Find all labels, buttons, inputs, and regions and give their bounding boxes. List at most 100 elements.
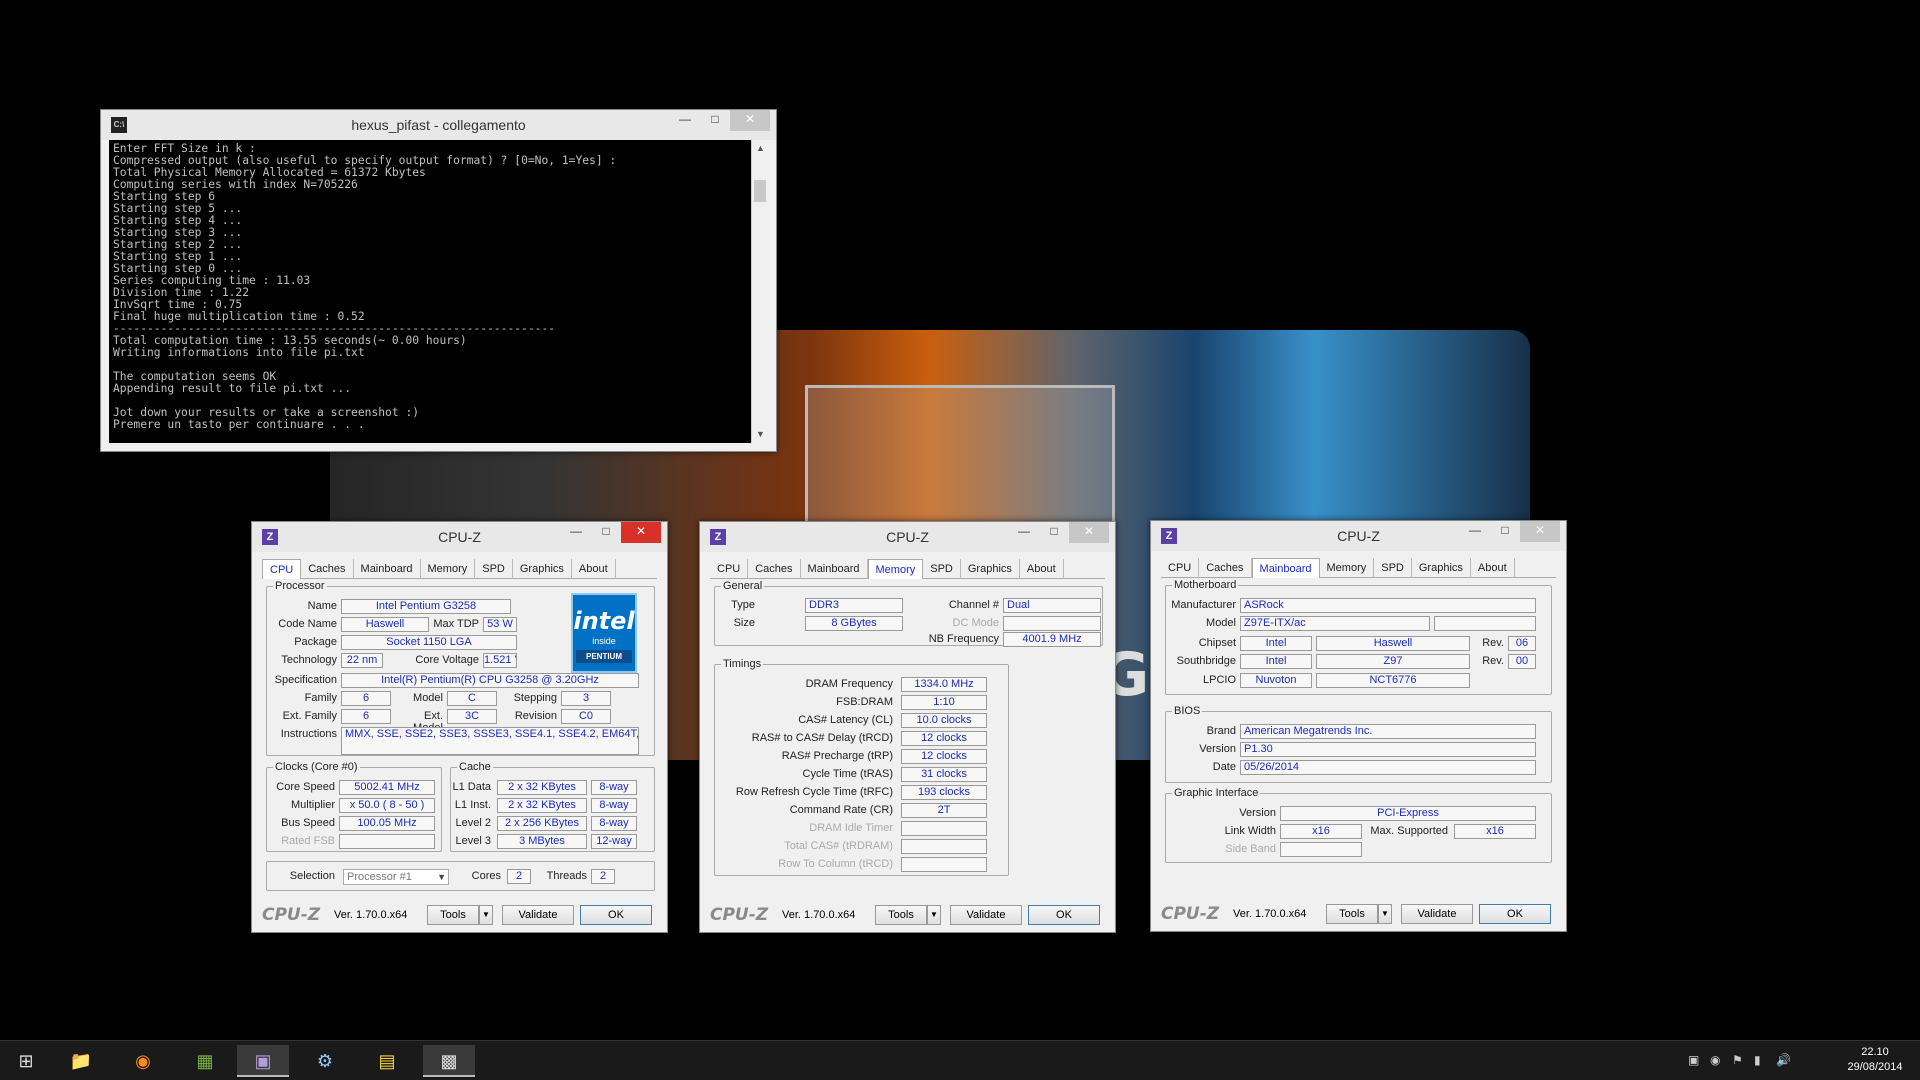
tab-caches[interactable]: Caches bbox=[301, 559, 354, 579]
close-icon[interactable]: ✕ bbox=[730, 110, 770, 131]
size-value: 8 GBytes bbox=[805, 616, 903, 631]
tools-button[interactable]: Tools bbox=[875, 905, 927, 925]
tools-dropdown-icon[interactable]: ▼ bbox=[479, 905, 493, 925]
l2-label: Level 2 bbox=[455, 817, 491, 829]
tools-button[interactable]: Tools bbox=[427, 905, 479, 925]
tab-caches[interactable]: Caches bbox=[1199, 558, 1252, 578]
ok-button[interactable]: OK bbox=[1479, 904, 1551, 924]
benchmark-icon[interactable]: ▤ bbox=[361, 1045, 413, 1077]
cpuz-mainboard-window[interactable]: Z CPU-Z — □ ✕ CPU Caches Mainboard Memor… bbox=[1150, 520, 1567, 932]
tools-dropdown-icon[interactable]: ▼ bbox=[927, 905, 941, 925]
cpuz-icon[interactable]: ▣ bbox=[237, 1045, 289, 1077]
tab-spd[interactable]: SPD bbox=[475, 559, 513, 579]
clock[interactable]: 22.10 29/08/2014 bbox=[1836, 1045, 1914, 1075]
timing-value bbox=[901, 839, 987, 854]
tab-memory[interactable]: Memory bbox=[421, 559, 476, 579]
cpuz-titlebar[interactable]: Z CPU-Z — □ ✕ bbox=[252, 522, 667, 552]
l2-value: 2 x 256 KBytes bbox=[497, 816, 587, 831]
timing-label: Command Rate (CR) bbox=[789, 804, 893, 816]
timing-label: RAS# to CAS# Delay (tRCD) bbox=[751, 732, 893, 744]
volume-icon[interactable]: 🔊 bbox=[1776, 1053, 1791, 1067]
chevron-down-icon[interactable]: ▼ bbox=[437, 870, 446, 884]
minimize-icon[interactable]: — bbox=[1460, 521, 1490, 542]
tab-memory[interactable]: Memory bbox=[1320, 558, 1375, 578]
tab-mainboard[interactable]: Mainboard bbox=[801, 559, 868, 579]
spec-label: Specification bbox=[274, 674, 337, 686]
scroll-thumb[interactable] bbox=[754, 180, 766, 202]
action-center-icon[interactable]: ⚑ bbox=[1732, 1053, 1743, 1067]
tab-about[interactable]: About bbox=[572, 559, 616, 579]
tab-spd[interactable]: SPD bbox=[1374, 558, 1412, 578]
family-value: 6 bbox=[341, 691, 391, 706]
nbfreq-value: 4001.9 MHz bbox=[1003, 632, 1101, 647]
bios-brand-label: Brand bbox=[1206, 725, 1236, 737]
l1d-label: L1 Data bbox=[452, 781, 491, 793]
maximize-icon[interactable]: □ bbox=[1490, 521, 1520, 542]
cores-value: 2 bbox=[507, 869, 531, 884]
timing-label: Row Refresh Cycle Time (tRFC) bbox=[735, 786, 893, 798]
minimize-icon[interactable]: — bbox=[561, 522, 591, 543]
tab-mainboard[interactable]: Mainboard bbox=[354, 559, 421, 579]
tab-about[interactable]: About bbox=[1020, 559, 1064, 579]
technology-label: Technology bbox=[281, 654, 337, 666]
console-scrollbar[interactable]: ▲ ▼ bbox=[751, 140, 768, 443]
maximize-icon[interactable]: □ bbox=[700, 110, 730, 131]
linkwidth-value: x16 bbox=[1280, 824, 1362, 839]
tab-memory[interactable]: Memory bbox=[867, 559, 924, 579]
close-icon[interactable]: ✕ bbox=[621, 522, 661, 543]
tab-cpu[interactable]: CPU bbox=[262, 559, 302, 579]
minimize-icon[interactable]: — bbox=[1009, 522, 1039, 543]
console-titlebar[interactable]: C:\ hexus_pifast - collegamento — □ ✕ bbox=[101, 110, 776, 140]
tab-graphics[interactable]: Graphics bbox=[1412, 558, 1471, 578]
graphic-interface-panel: Graphic Interface Version PCI-Express Li… bbox=[1165, 787, 1552, 863]
sensor-tool-icon[interactable]: ⚙ bbox=[299, 1045, 351, 1077]
file-explorer-icon[interactable]: 📁 bbox=[55, 1045, 107, 1077]
signal-icon[interactable]: ▮ bbox=[1754, 1053, 1761, 1067]
tab-mainboard[interactable]: Mainboard bbox=[1251, 558, 1320, 578]
firefox-icon[interactable]: ◉ bbox=[117, 1045, 169, 1077]
tab-graphics[interactable]: Graphics bbox=[513, 559, 572, 579]
console-icon[interactable]: ▩ bbox=[423, 1045, 475, 1077]
tools-button[interactable]: Tools bbox=[1326, 904, 1378, 924]
tools-dropdown-icon[interactable]: ▼ bbox=[1378, 904, 1392, 924]
cpuz-titlebar[interactable]: Z CPU-Z — □ ✕ bbox=[1151, 521, 1566, 551]
cpuz-memory-window[interactable]: Z CPU-Z — □ ✕ CPU Caches Mainboard Memor… bbox=[699, 521, 1116, 933]
processor-select[interactable]: Processor #1 ▼ bbox=[343, 869, 449, 885]
scroll-up-icon[interactable]: ▲ bbox=[752, 140, 769, 157]
minimize-icon[interactable]: — bbox=[670, 110, 700, 131]
validate-button[interactable]: Validate bbox=[502, 905, 574, 925]
network-device-icon[interactable]: ▣ bbox=[1688, 1053, 1699, 1067]
tab-about[interactable]: About bbox=[1471, 558, 1515, 578]
close-icon[interactable]: ✕ bbox=[1520, 521, 1560, 542]
close-icon[interactable]: ✕ bbox=[1069, 522, 1109, 543]
ratedfsb-value bbox=[339, 834, 435, 849]
cpuz-cpu-window[interactable]: Z CPU-Z — □ ✕ CPU Caches Mainboard Memor… bbox=[251, 521, 668, 933]
console-output[interactable]: Enter FFT Size in k : Compressed output (… bbox=[109, 140, 751, 443]
maximize-icon[interactable]: □ bbox=[1039, 522, 1069, 543]
window-title: CPU-Z bbox=[438, 529, 481, 545]
timing-value: 1:10 bbox=[901, 695, 987, 710]
cpuz-titlebar[interactable]: Z CPU-Z — □ ✕ bbox=[700, 522, 1115, 552]
cpuz-app-icon: Z bbox=[262, 529, 278, 545]
windows-start-icon[interactable]: ⊞ bbox=[0, 1045, 52, 1077]
validate-button[interactable]: Validate bbox=[950, 905, 1022, 925]
bluetooth-icon[interactable]: ◉ bbox=[1710, 1053, 1720, 1067]
logo-pentium-text: PENTIUM bbox=[576, 650, 632, 663]
maximize-icon[interactable]: □ bbox=[591, 522, 621, 543]
tab-cpu[interactable]: CPU bbox=[1161, 558, 1200, 578]
tab-caches[interactable]: Caches bbox=[748, 559, 801, 579]
validate-button[interactable]: Validate bbox=[1401, 904, 1473, 924]
southbridge-label: Southbridge bbox=[1176, 655, 1236, 667]
ok-button[interactable]: OK bbox=[1028, 905, 1100, 925]
tab-spd[interactable]: SPD bbox=[923, 559, 961, 579]
sb-rev-label: Rev. bbox=[1482, 655, 1504, 667]
ok-button[interactable]: OK bbox=[580, 905, 652, 925]
selection-label: Selection bbox=[289, 870, 335, 882]
technology-value: 22 nm bbox=[341, 653, 383, 668]
tab-graphics[interactable]: Graphics bbox=[961, 559, 1020, 579]
scroll-down-icon[interactable]: ▼ bbox=[752, 426, 769, 443]
panel-title: BIOS bbox=[1172, 705, 1203, 717]
gpu-tool-icon[interactable]: ▦ bbox=[179, 1045, 231, 1077]
tab-cpu[interactable]: CPU bbox=[710, 559, 749, 579]
console-window[interactable]: C:\ hexus_pifast - collegamento — □ ✕ En… bbox=[100, 109, 777, 452]
